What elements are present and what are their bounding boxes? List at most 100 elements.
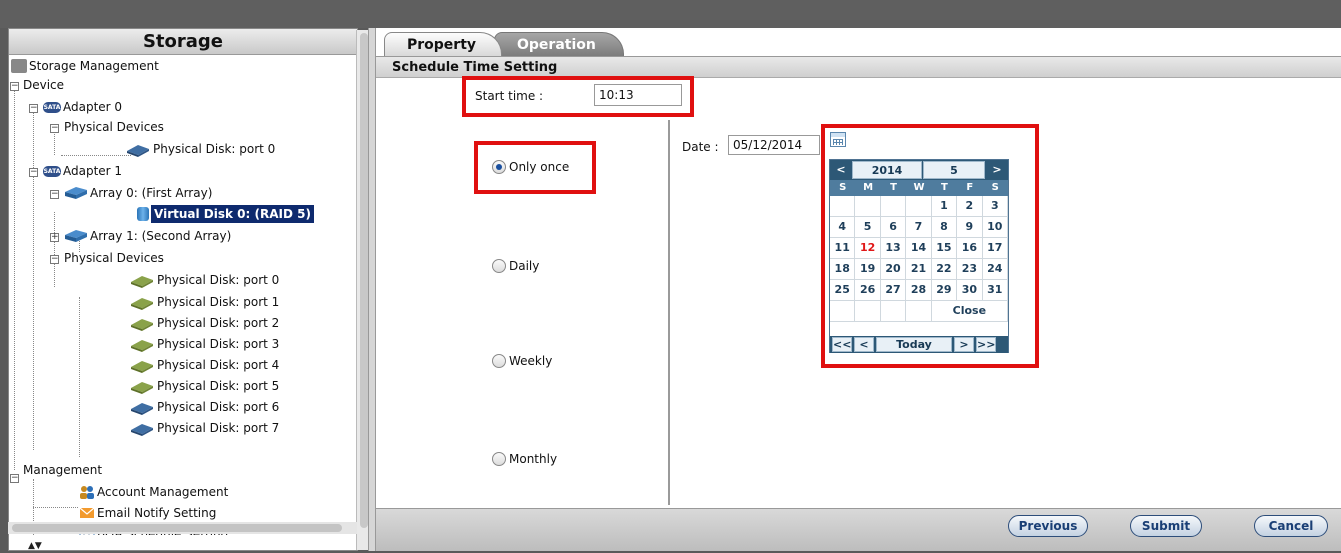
expand-array1-toggle[interactable]: + [50, 233, 59, 242]
radio-daily[interactable]: Daily [492, 259, 539, 273]
tree-physical-disk[interactable]: Physical Disk: port 4 [129, 356, 279, 374]
physical-disk-icon [131, 381, 153, 394]
tree-physical-disk[interactable]: Physical Disk: port 5 [129, 377, 279, 395]
calendar-day[interactable]: 27 [880, 280, 907, 301]
calendar-day[interactable]: 23 [957, 259, 983, 280]
tree-adapter-0[interactable]: SATA Adapter 0 [43, 98, 122, 116]
calendar-month[interactable]: 5 [923, 161, 985, 179]
calendar-day[interactable]: 19 [855, 259, 881, 280]
calendar-day[interactable]: 29 [931, 280, 958, 301]
tree-physical-devices[interactable]: Physical Devices [64, 249, 164, 267]
tree-storage-management[interactable]: Storage Management [11, 57, 159, 75]
calendar-day[interactable]: 15 [931, 238, 958, 259]
tree-management[interactable]: Management [23, 461, 102, 479]
calendar-day[interactable]: 25 [830, 280, 856, 301]
section-title: Schedule Time Setting [376, 56, 1341, 78]
tree-physical-disk[interactable]: Physical Disk: port 3 [129, 335, 279, 353]
calendar-day[interactable]: 24 [982, 259, 1008, 280]
resize-arrows-icon[interactable]: ▲▼ [28, 541, 42, 551]
tree-physical-disk[interactable]: Physical Disk: port 0 [125, 140, 275, 158]
calendar-day[interactable]: 12 [855, 238, 881, 259]
tree-line [79, 297, 80, 457]
calendar-day[interactable]: 14 [906, 238, 932, 259]
calendar-day[interactable]: 22 [931, 259, 958, 280]
calendar-next-year-button[interactable]: >> [976, 337, 996, 352]
tree-array-0[interactable]: Array 0: (First Array) [64, 184, 212, 202]
scrollbar-thumb[interactable] [12, 524, 342, 532]
calendar-close-button[interactable]: Close [931, 301, 1008, 322]
pane-splitter[interactable] [368, 28, 376, 551]
tree-physical-disk[interactable]: Physical Disk: port 2 [129, 314, 279, 332]
physical-disk-icon [131, 402, 153, 415]
calendar-day[interactable]: 6 [880, 217, 907, 238]
calendar-day[interactable]: 1 [931, 196, 958, 217]
calendar-day[interactable]: 8 [931, 217, 958, 238]
calendar-day[interactable]: 10 [982, 217, 1008, 238]
tree-adapter-1[interactable]: SATA Adapter 1 [43, 162, 122, 180]
radio-label: Only once [509, 160, 570, 174]
calendar-day[interactable]: 16 [957, 238, 983, 259]
calendar-next-month-button[interactable]: > [954, 337, 974, 352]
calendar-day[interactable]: 30 [957, 280, 983, 301]
collapse-physical-devices-toggle[interactable]: − [50, 255, 59, 264]
tree-label: Physical Disk: port 6 [157, 400, 280, 414]
radio-weekly[interactable]: Weekly [492, 354, 552, 368]
tree-label: Physical Disk: port 2 [157, 316, 280, 330]
calendar-day[interactable]: 21 [906, 259, 932, 280]
calendar-day[interactable]: 4 [830, 217, 856, 238]
collapse-adapter0-toggle[interactable]: − [29, 104, 38, 113]
tree-virtual-disk-0[interactable]: Virtual Disk 0: (RAID 5) [137, 205, 314, 223]
calendar-day[interactable]: 26 [855, 280, 881, 301]
calendar-prev-year-button[interactable]: << [832, 337, 852, 352]
calendar-today-button[interactable]: Today [876, 337, 952, 352]
tree-physical-disk[interactable]: Physical Disk: port 6 [129, 398, 279, 416]
calendar-prev-button[interactable]: < [831, 161, 851, 179]
previous-button[interactable]: Previous [1008, 515, 1088, 537]
cancel-button[interactable]: Cancel [1254, 515, 1328, 537]
tree-email-notify-setting[interactable]: Email Notify Setting [79, 504, 216, 522]
calendar-day[interactable]: 31 [982, 280, 1008, 301]
calendar-year[interactable]: 2014 [852, 161, 922, 179]
physical-disk-icon [127, 144, 149, 157]
collapse-array0-toggle[interactable]: − [50, 190, 59, 199]
calendar-day[interactable]: 13 [880, 238, 907, 259]
collapse-management-toggle[interactable]: − [10, 474, 19, 483]
radio-monthly[interactable]: Monthly [492, 452, 557, 466]
calendar-day[interactable]: 9 [957, 217, 983, 238]
collapse-physical-devices-toggle[interactable]: − [50, 124, 59, 133]
tree-array-1[interactable]: Array 1: (Second Array) [64, 227, 231, 245]
calendar-next-button[interactable]: > [987, 161, 1007, 179]
calendar-day[interactable]: 17 [982, 238, 1008, 259]
calendar-day[interactable]: 20 [880, 259, 907, 280]
tab-property[interactable]: Property [384, 32, 502, 56]
tree-physical-devices[interactable]: Physical Devices [64, 118, 164, 136]
calendar-day[interactable]: 2 [957, 196, 983, 217]
users-icon [80, 486, 94, 499]
calendar-icon[interactable] [830, 132, 846, 147]
tree-device[interactable]: Device [23, 76, 64, 94]
date-input[interactable]: 05/12/2014 [728, 135, 820, 155]
radio-only-once[interactable]: Only once [492, 160, 569, 174]
start-time-input[interactable]: 10:13 [594, 84, 682, 106]
tree-horizontal-scrollbar[interactable] [8, 522, 357, 534]
collapse-adapter1-toggle[interactable]: − [29, 168, 38, 177]
calendar-day[interactable]: 5 [855, 217, 881, 238]
calendar-day[interactable]: 11 [830, 238, 856, 259]
tree-physical-disk[interactable]: Physical Disk: port 7 [129, 419, 279, 437]
tree-account-management[interactable]: Account Management [79, 483, 228, 501]
calendar-day[interactable]: 3 [982, 196, 1008, 217]
virtual-disk-icon [137, 207, 149, 221]
tab-operation[interactable]: Operation [494, 32, 624, 56]
storage-panel-title: Storage [9, 29, 357, 55]
tree-physical-disk[interactable]: Physical Disk: port 0 [129, 271, 279, 289]
radio-label: Monthly [509, 452, 558, 466]
tree-physical-disk[interactable]: Physical Disk: port 1 [129, 293, 279, 311]
submit-button[interactable]: Submit [1130, 515, 1202, 537]
collapse-device-toggle[interactable]: − [10, 82, 19, 91]
vertical-divider [668, 120, 670, 505]
calendar-day[interactable]: 7 [906, 217, 932, 238]
calendar-prev-month-button[interactable]: < [854, 337, 874, 352]
scrollbar-thumb[interactable] [360, 33, 368, 528]
calendar-day[interactable]: 18 [830, 259, 856, 280]
calendar-day[interactable]: 28 [906, 280, 932, 301]
